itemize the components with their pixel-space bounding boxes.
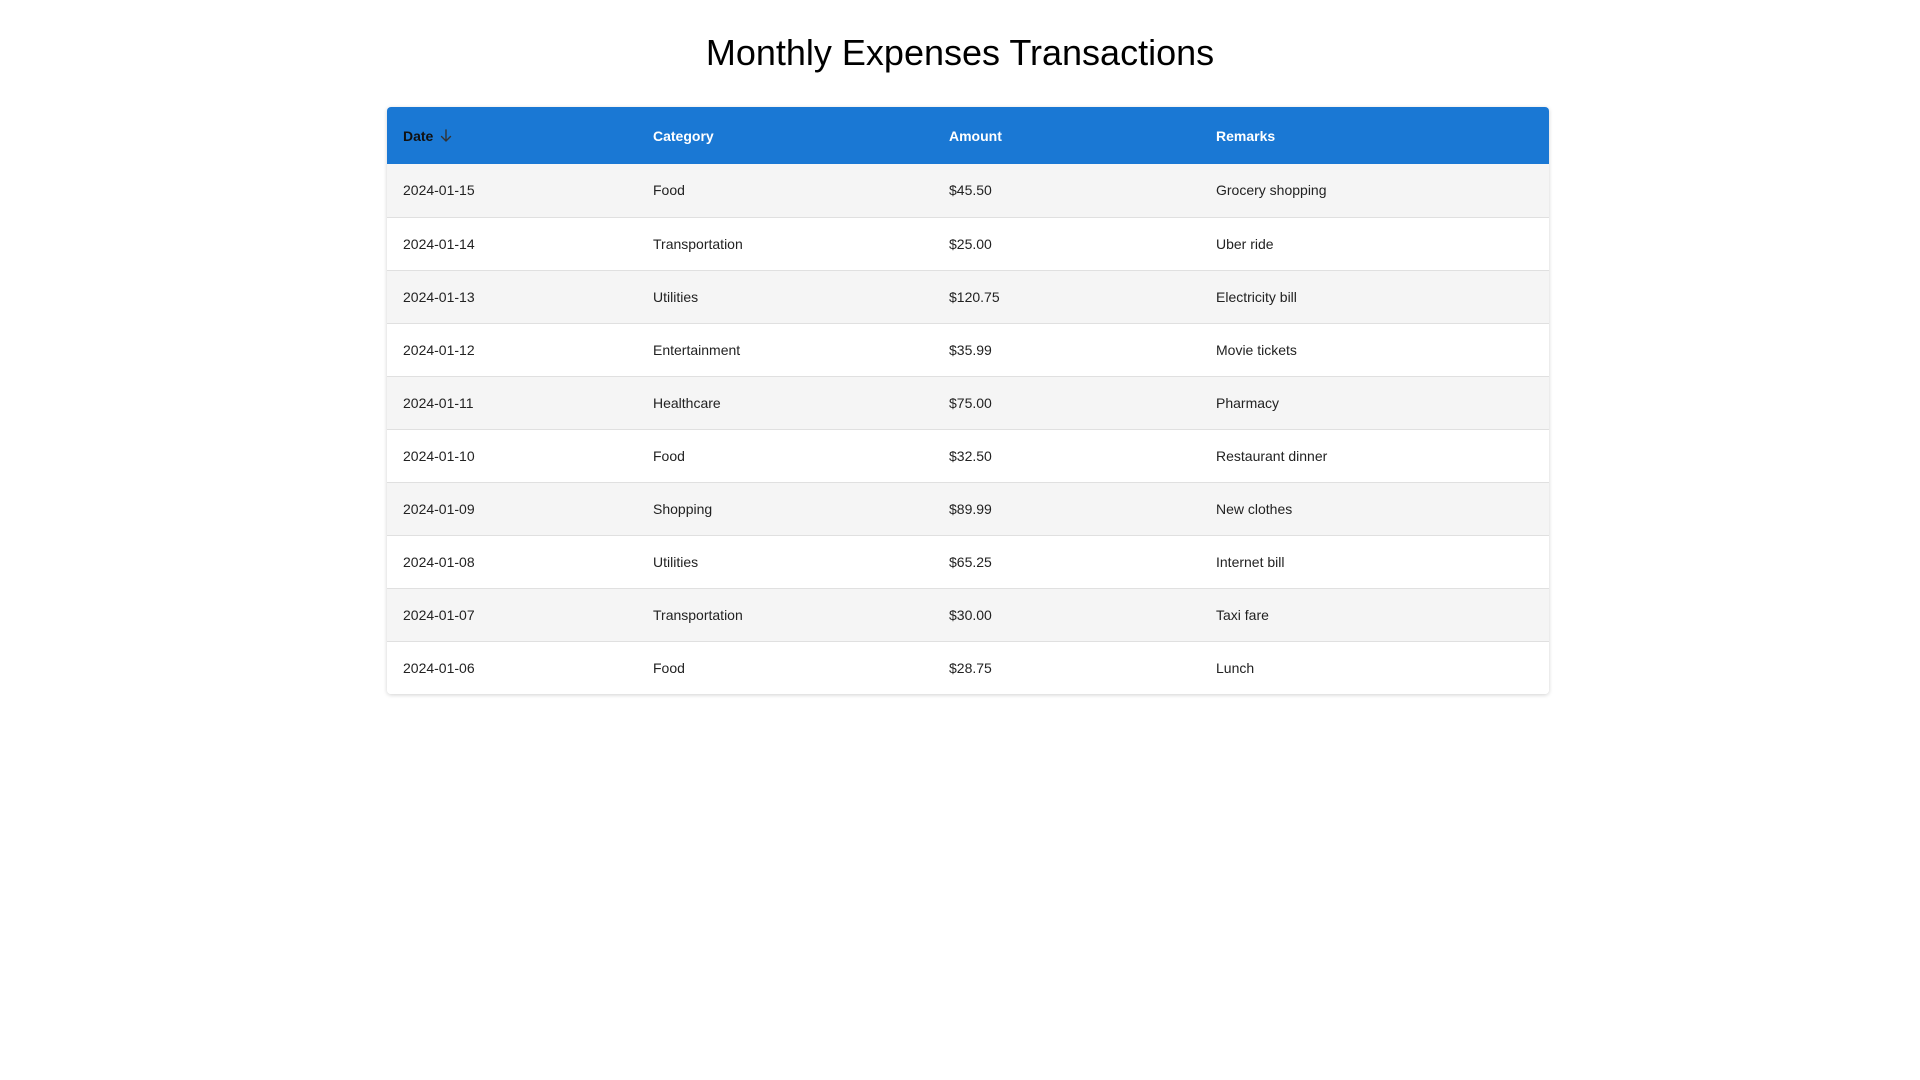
cell-amount: $45.50 xyxy=(949,182,992,199)
cell-remarks: Lunch xyxy=(1216,659,1255,676)
column-header-category[interactable]: Category xyxy=(637,107,933,164)
cell-category: Shopping xyxy=(653,500,713,517)
cell-date: 2024-01-13 xyxy=(403,288,475,305)
cell-remarks: Grocery shopping xyxy=(1216,182,1327,199)
column-header-date[interactable]: Date xyxy=(387,107,637,164)
cell-date: 2024-01-09 xyxy=(403,500,475,517)
cell-remarks: Pharmacy xyxy=(1216,394,1280,411)
cell-remarks: Internet bill xyxy=(1216,553,1285,570)
cell-amount: $89.99 xyxy=(949,500,992,517)
column-header-label: Date xyxy=(403,127,434,144)
cell-remarks: Taxi fare xyxy=(1216,606,1269,623)
header-row: Date Category Amount Remarks xyxy=(387,107,1549,164)
page: Monthly Expenses Transactions Date Categ… xyxy=(0,0,1920,1080)
cell-remarks: Electricity bill xyxy=(1216,288,1297,305)
arrow-down-icon[interactable] xyxy=(439,128,453,143)
column-header-remarks[interactable]: Remarks xyxy=(1200,107,1549,164)
cell-category: Transportation xyxy=(653,235,743,252)
table-row[interactable]: 2024-01-06 Food $28.75 Lunch xyxy=(387,641,1549,694)
column-header-amount[interactable]: Amount xyxy=(933,107,1200,164)
cell-remarks: Restaurant dinner xyxy=(1216,447,1328,464)
cell-category: Utilities xyxy=(653,553,699,570)
cell-amount: $65.25 xyxy=(949,553,992,570)
cell-category: Transportation xyxy=(653,606,743,623)
cell-amount: $28.75 xyxy=(949,659,992,676)
cell-amount: $120.75 xyxy=(949,288,1000,305)
cell-date: 2024-01-07 xyxy=(403,606,475,623)
cell-date: 2024-01-15 xyxy=(403,182,475,199)
cell-category: Utilities xyxy=(653,288,699,305)
cell-date: 2024-01-08 xyxy=(403,553,475,570)
table-row[interactable]: 2024-01-09 Shopping $89.99 New clothes xyxy=(387,482,1549,535)
cell-amount: $30.00 xyxy=(949,606,992,623)
expenses-table: Date Category Amount Remarks 2024-01-15 F… xyxy=(387,107,1549,694)
cell-category: Healthcare xyxy=(653,394,721,411)
table-row[interactable]: 2024-01-15 Food $45.50 Grocery shopping xyxy=(387,164,1549,217)
cell-remarks: Uber ride xyxy=(1216,235,1274,252)
table-header: Date Category Amount Remarks xyxy=(387,107,1549,164)
cell-category: Food xyxy=(653,182,685,199)
expenses-table-container: Date Category Amount Remarks 2024-01-15 F… xyxy=(387,107,1549,694)
cell-amount: $25.00 xyxy=(949,235,992,252)
cell-amount: $75.00 xyxy=(949,394,992,411)
cell-category: Food xyxy=(653,447,685,464)
cell-category: Entertainment xyxy=(653,341,741,358)
table-row[interactable]: 2024-01-14 Transportation $25.00 Uber ride xyxy=(387,217,1549,270)
cell-date: 2024-01-06 xyxy=(403,659,475,676)
cell-amount: $32.50 xyxy=(949,447,992,464)
cell-date: 2024-01-10 xyxy=(403,447,475,464)
cell-date: 2024-01-14 xyxy=(403,235,475,252)
cell-amount: $35.99 xyxy=(949,341,992,358)
cell-remarks: Movie tickets xyxy=(1216,341,1297,358)
page-title: Monthly Expenses Transactions xyxy=(705,32,1215,73)
table-row[interactable]: 2024-01-13 Utilities $120.75 Electricity bi… xyxy=(387,270,1549,323)
table-row[interactable]: 2024-01-10 Food $32.50 Restaurant dinner xyxy=(387,429,1549,482)
table-row[interactable]: 2024-01-08 Utilities $65.25 Internet bill xyxy=(387,535,1549,588)
cell-remarks: New clothes xyxy=(1216,500,1293,517)
table-row[interactable]: 2024-01-07 Transportation $30.00 Taxi fare xyxy=(387,588,1549,641)
table-row[interactable]: 2024-01-12 Entertainment $35.99 Movie ticke… xyxy=(387,323,1549,376)
table-body: 2024-01-15 Food $45.50 Grocery shopping 2024… xyxy=(387,164,1549,694)
cell-date: 2024-01-11 xyxy=(403,394,474,411)
cell-date: 2024-01-12 xyxy=(403,341,475,358)
cell-category: Food xyxy=(653,659,685,676)
table-row[interactable]: 2024-01-11 Healthcare $75.00 Pharmacy xyxy=(387,376,1549,429)
